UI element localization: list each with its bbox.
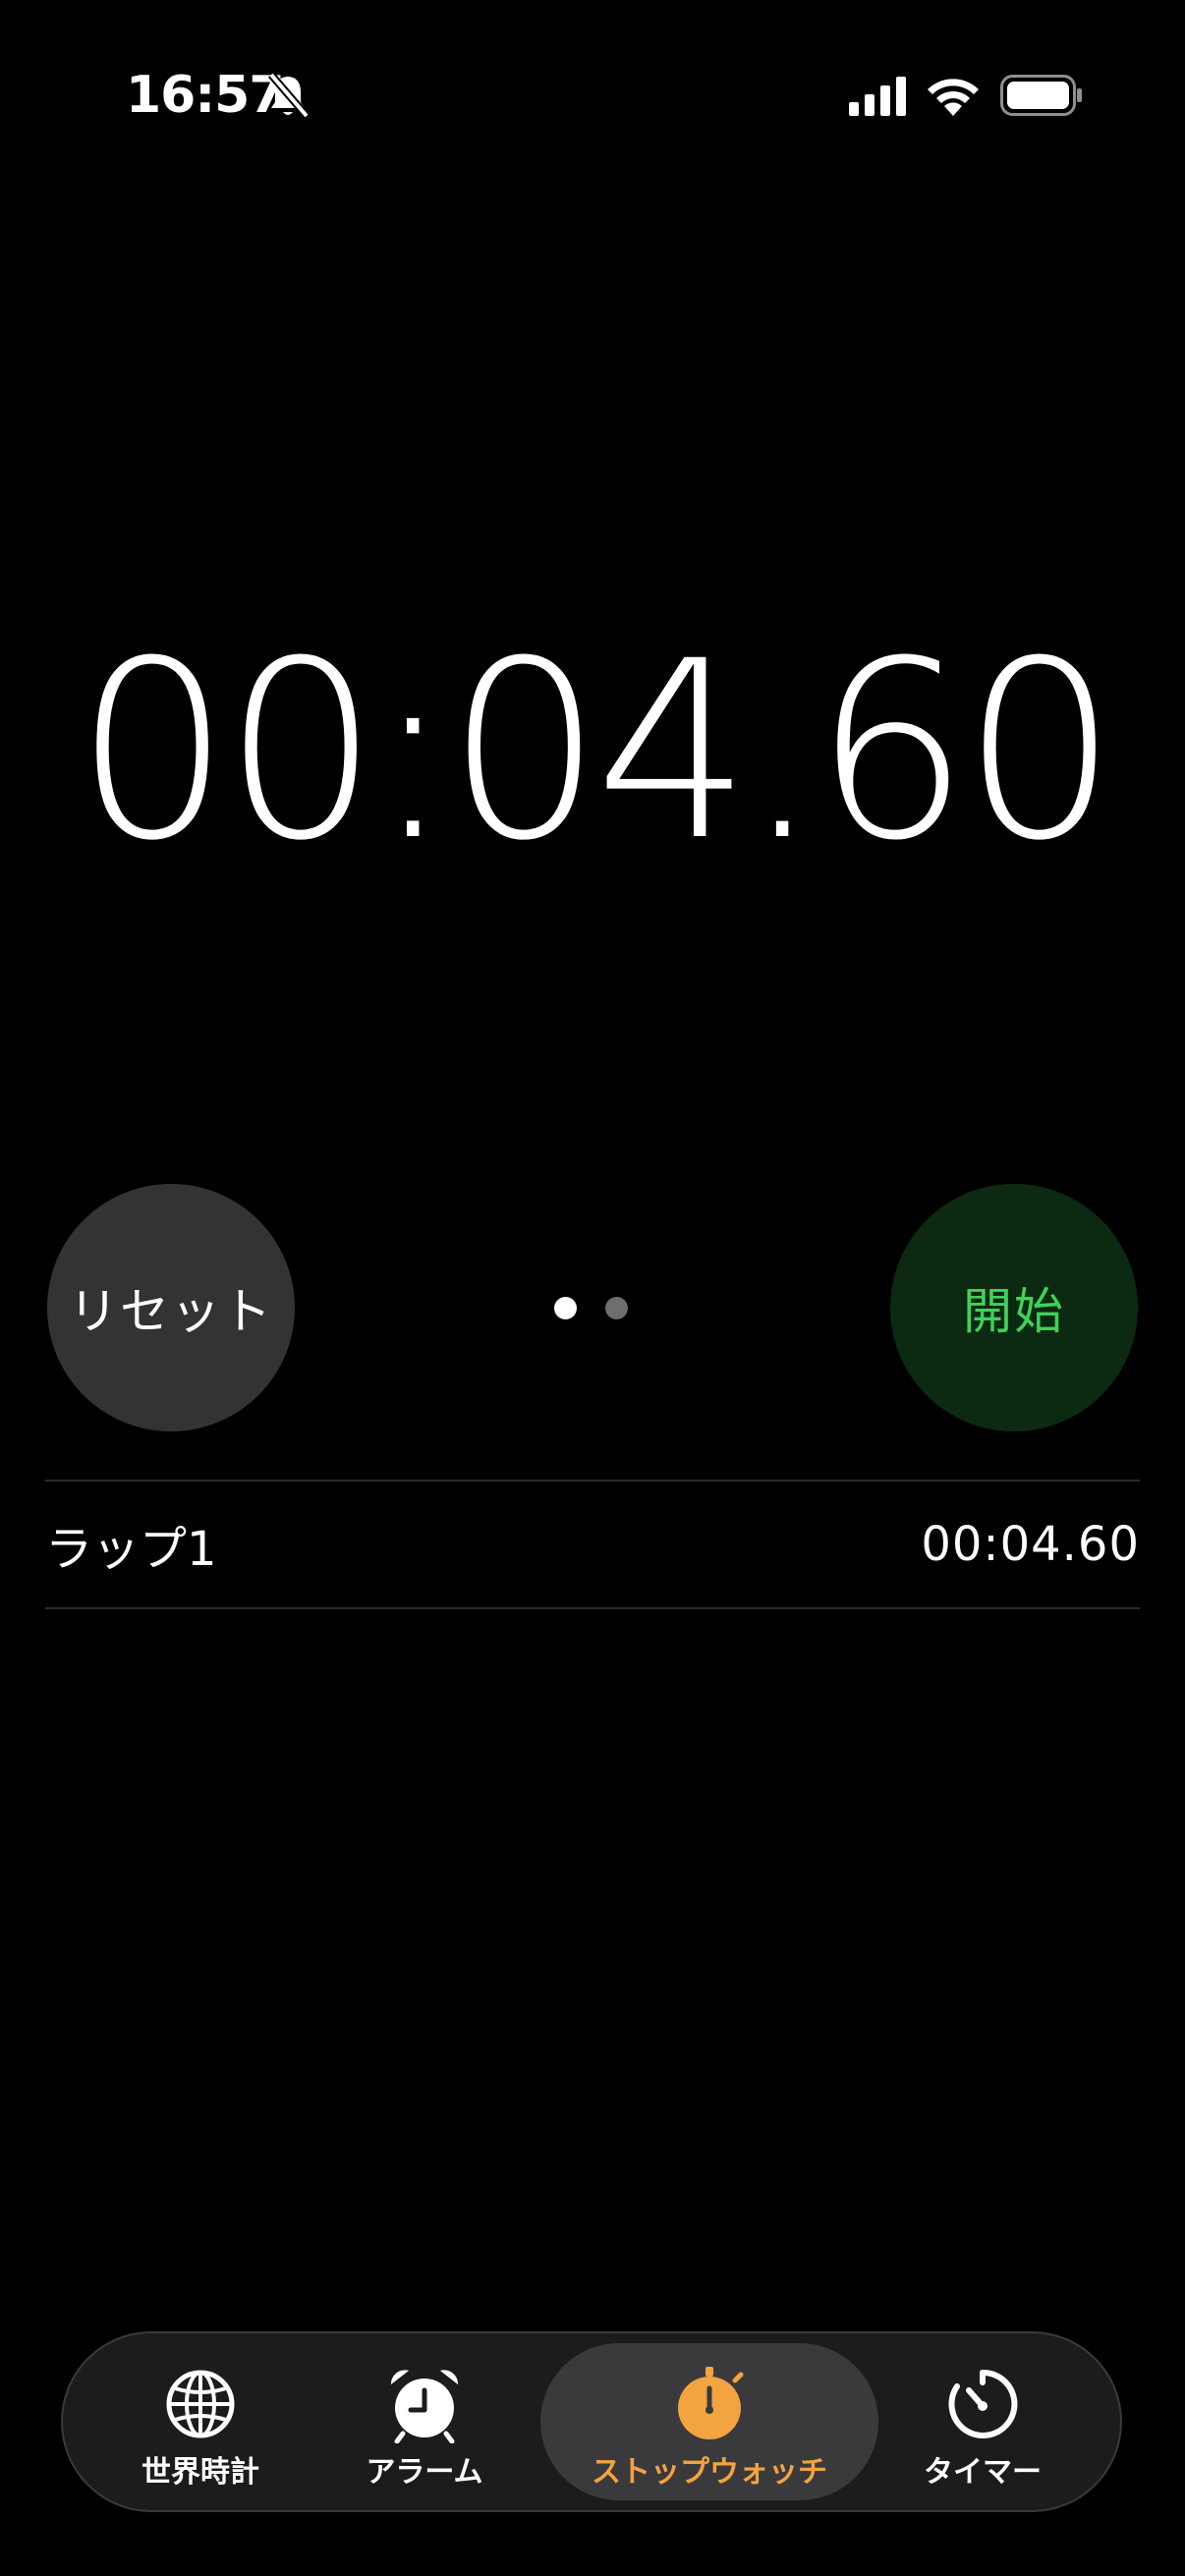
cellular-signal-icon (849, 77, 906, 116)
globe-icon (166, 2370, 235, 2438)
lap-row: ラップ1 00:04.60 (45, 1482, 1140, 1607)
status-time: 16:57 (126, 66, 285, 125)
stopwatch-icon (678, 2367, 744, 2439)
stopwatch-time-display: 00:04.60 (74, 608, 1118, 894)
tab-label: アラーム (366, 2455, 483, 2490)
battery-icon (1000, 75, 1082, 116)
reset-button[interactable]: リセット (47, 1184, 295, 1431)
bell-slash-icon (267, 72, 310, 119)
timer-icon (948, 2369, 1018, 2438)
tab-label: タイマー (924, 2455, 1042, 2490)
tab-bar: 世界時計 アラーム ストップウォッチ タイマー (61, 2331, 1122, 2512)
page-dot-inactive (605, 1297, 628, 1319)
lap-time: 00:04.60 (921, 1517, 1140, 1572)
tab-stopwatch[interactable]: ストップウォッチ (540, 2343, 878, 2500)
tab-alarm[interactable]: アラーム (326, 2333, 523, 2510)
tab-world-clock[interactable]: 世界時計 (102, 2333, 299, 2510)
page-indicator[interactable] (554, 1297, 629, 1320)
stopwatch-screen: 16:57 00:04.60 リセット 開始 ラップ1 00:04.60 世界時… (0, 0, 1185, 2576)
alarm-clock-icon (390, 2370, 459, 2443)
tab-label: ストップウォッチ (592, 2455, 827, 2490)
wifi-icon (928, 79, 979, 116)
tab-timer[interactable]: タイマー (884, 2333, 1081, 2510)
page-dot-active (554, 1297, 577, 1319)
lap-divider-bottom (45, 1607, 1140, 1609)
lap-label: ラップ1 (45, 1522, 217, 1577)
start-button[interactable]: 開始 (890, 1184, 1138, 1431)
tab-label: 世界時計 (141, 2455, 259, 2490)
